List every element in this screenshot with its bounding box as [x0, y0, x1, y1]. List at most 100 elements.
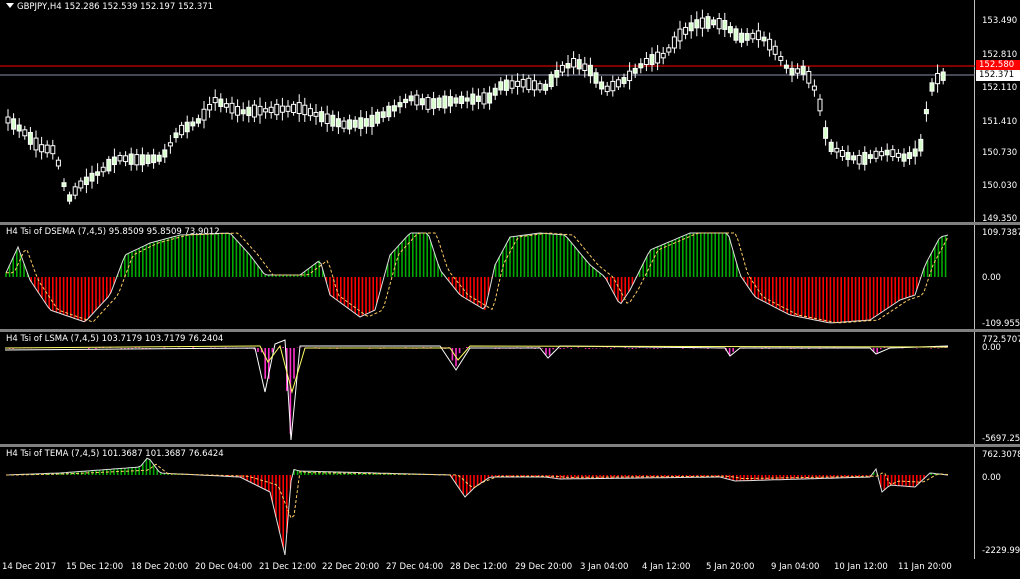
candle-body	[739, 32, 745, 43]
candle-body	[856, 154, 862, 165]
candle-body	[711, 19, 717, 26]
candle-body	[851, 155, 857, 161]
time-axis-label: 11 Jan 20:00	[898, 562, 952, 572]
candle-body	[235, 106, 241, 116]
candle-body	[167, 142, 173, 147]
lsma-axis-label: -5697.250	[982, 434, 1020, 444]
candle-body	[268, 106, 274, 114]
candle-body	[408, 95, 414, 102]
candle-body	[677, 28, 683, 42]
dsema-plot-area[interactable]	[0, 225, 975, 329]
price-axis-label: 153.490	[982, 16, 1018, 26]
candle-body	[347, 119, 353, 130]
time-axis-label: 9 Jan 04:00	[771, 562, 820, 572]
candle-body	[492, 87, 498, 96]
candle-body	[285, 105, 291, 112]
time-axis-label: 10 Jan 12:00	[834, 562, 888, 572]
candle-body	[744, 33, 750, 41]
time-axis-label: 28 Dec 12:00	[450, 562, 508, 572]
price-axis-label: 151.410	[982, 117, 1018, 127]
candle-body	[100, 166, 106, 173]
candlestick-chart[interactable]	[0, 0, 975, 222]
tsi-tema-pane[interactable]: H4 Tsi of TEMA (7,4,5) 101.3687 101.3687…	[0, 447, 1020, 559]
candle-body	[95, 171, 101, 176]
candle-body	[251, 104, 257, 118]
candle-body	[459, 95, 465, 104]
time-axis-label: 4 Jan 12:00	[642, 562, 691, 572]
candle-body	[509, 80, 515, 89]
candle-body	[173, 132, 179, 139]
time-axis-label: 5 Jan 20:00	[706, 562, 755, 572]
candle-body	[123, 155, 129, 163]
candle-body	[823, 127, 829, 139]
candle-body	[683, 26, 689, 35]
candle-body	[621, 77, 627, 84]
candle-body	[27, 131, 33, 145]
dsema-histogram[interactable]	[0, 225, 975, 329]
candle-body	[879, 151, 885, 157]
time-axis-label: 15 Dec 12:00	[66, 562, 124, 572]
dropdown-triangle-icon[interactable]	[6, 3, 14, 8]
candle-body	[431, 98, 437, 109]
candle-body	[229, 102, 235, 114]
tsi-lsma-pane[interactable]: H4 Tsi of LSMA (7,4,5) 103.7179 103.7179…	[0, 332, 1020, 444]
tsi-dsema-pane[interactable]: H4 Tsi of DSEMA (7,4,5) 95.8509 95.8509 …	[0, 225, 1020, 329]
candle-body	[16, 124, 22, 132]
candle-body	[341, 120, 347, 129]
candle-body	[447, 96, 453, 107]
lsma-plot-area[interactable]	[0, 332, 975, 444]
price-axis-label: 150.030	[982, 181, 1018, 191]
candle-body	[22, 129, 28, 137]
candle-body	[386, 105, 392, 118]
candle-body	[274, 103, 280, 116]
candle-body	[722, 20, 728, 30]
candle-body	[223, 103, 229, 108]
candle-body	[352, 119, 358, 128]
candle-body	[207, 103, 213, 111]
candle-body	[156, 154, 162, 162]
tema-plot-area[interactable]	[0, 447, 975, 559]
candle-body	[442, 95, 448, 109]
candle-body	[834, 147, 840, 153]
candle-body	[61, 182, 67, 188]
candle-body	[302, 104, 308, 116]
candle-body	[391, 105, 397, 112]
candle-body	[599, 81, 605, 90]
candle-body	[503, 79, 509, 91]
candle-body	[375, 111, 381, 124]
candle-body	[548, 74, 554, 88]
candle-body	[190, 121, 196, 127]
candle-body	[671, 36, 677, 49]
candle-body	[543, 83, 549, 91]
candle-body	[515, 80, 521, 87]
candle-body	[895, 152, 901, 158]
candle-body	[845, 152, 851, 160]
candle-body	[795, 68, 801, 74]
candle-body	[145, 154, 151, 164]
candle-body	[139, 154, 145, 166]
candle-body	[655, 51, 661, 64]
lsma-histogram[interactable]	[0, 332, 975, 444]
time-axis-label: 22 Dec 20:00	[322, 562, 380, 572]
tema-histogram[interactable]	[0, 447, 975, 559]
candle-body	[162, 149, 168, 158]
candle-body	[912, 148, 918, 157]
candle-body	[643, 57, 649, 66]
symbol-title: GBPJPY,H4 152.286 152.539 152.197 152.37…	[6, 2, 213, 12]
price-plot-area[interactable]	[0, 0, 975, 222]
candle-body	[767, 38, 773, 51]
candle-body	[627, 70, 633, 82]
lsma-signal-line	[4, 339, 949, 441]
candle-body	[470, 93, 476, 105]
candle-body	[319, 111, 325, 123]
candle-body	[755, 30, 761, 41]
candle-body	[50, 145, 56, 155]
candle-body	[615, 79, 621, 88]
candle-body	[240, 109, 246, 115]
price-chart-pane[interactable]: GBPJPY,H4 152.286 152.539 152.197 152.37…	[0, 0, 1020, 224]
candle-body	[688, 22, 694, 32]
candle-body	[358, 117, 364, 129]
candle-body	[151, 154, 157, 164]
candle-body	[604, 85, 610, 93]
candle-body	[907, 152, 913, 159]
